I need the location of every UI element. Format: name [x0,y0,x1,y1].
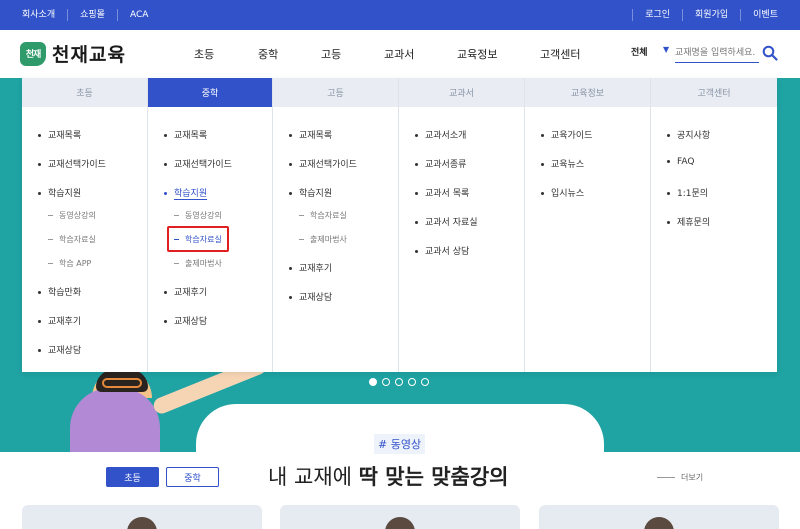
instructor-photo [385,517,415,529]
menu-column-elementary: 초등 교재목록 교재선택가이드 학습지원 동영상강의 학습자료실 학습 APP … [22,78,148,372]
menu-item[interactable]: 교과서 상담 [415,244,469,257]
nav-edu-info[interactable]: 교육정보 [457,46,497,62]
menu-item[interactable]: 교과서 자료실 [415,215,478,228]
carousel-dot[interactable] [369,378,377,386]
lecture-card[interactable] [22,505,262,529]
section-title-plain: 내 교재에 [268,465,359,489]
menu-item-selected[interactable]: 학습지원 [164,186,208,200]
menu-item[interactable]: 교재상담 [289,290,332,303]
search-scope-select[interactable]: 전체 ▼ [631,45,671,58]
tab-elementary[interactable]: 초등 [106,467,159,487]
shop-link[interactable]: 쇼핑몰 [67,9,117,21]
menu-subitem[interactable]: 동영상강의 [48,210,96,221]
event-link[interactable]: 이벤트 [740,9,778,21]
highlight-box [167,226,229,252]
hero-illustration-body [70,388,160,452]
chevron-down-icon: ▼ [663,45,670,54]
top-utility-bar: 회사소개 쇼핑몰 ACA 로그인 회원가입 이벤트 [0,0,800,30]
login-link[interactable]: 로그인 [632,9,682,21]
carousel-dot[interactable] [408,378,416,386]
carousel-dot[interactable] [395,378,403,386]
more-label: 더보기 [681,473,704,482]
more-line-icon [657,477,675,478]
menu-item[interactable]: 교재상담 [164,314,207,327]
nav-elementary[interactable]: 초등 [194,46,214,62]
menu-column-title[interactable]: 교육정보 [525,78,650,107]
nav-customer-center[interactable]: 고객센터 [540,46,580,62]
menu-item[interactable]: 교육가이드 [541,128,592,141]
search-input[interactable] [675,43,759,63]
carousel-indicators [369,378,429,386]
tab-middle[interactable]: 중학 [166,467,219,487]
menu-item[interactable]: 1:1문의 [667,186,708,199]
menu-item[interactable]: 교재후기 [289,261,332,274]
hero-illustration-glasses [102,378,142,388]
menu-column-edu-info: 교육정보 교육가이드 교육뉴스 입시뉴스 [525,78,651,372]
menu-item[interactable]: 교재선택가이드 [289,157,357,170]
nav-high[interactable]: 고등 [321,46,341,62]
company-intro-link[interactable]: 회사소개 [22,9,67,21]
menu-column-customer-center: 고객센터 공지사항 FAQ 1:1문의 제휴문의 [651,78,777,372]
menu-item[interactable]: 교재선택가이드 [38,157,106,170]
menu-item[interactable]: 교과서종류 [415,157,466,170]
menu-item[interactable]: 학습지원 [38,186,81,199]
menu-subitem[interactable]: 학습자료실 [299,210,347,221]
menu-item[interactable]: 교재후기 [164,285,207,298]
menu-item[interactable]: 제휴문의 [667,215,710,228]
menu-item[interactable]: 교과서 목록 [415,186,469,199]
menu-item[interactable]: 교재후기 [38,314,81,327]
menu-subitem[interactable]: 출제마법사 [299,234,347,245]
carousel-dot[interactable] [421,378,429,386]
menu-column-title[interactable]: 고객센터 [651,78,777,107]
signup-link[interactable]: 회원가입 [682,9,740,21]
menu-subitem[interactable]: 동영상강의 [174,210,222,221]
nav-middle[interactable]: 중학 [258,46,278,62]
lecture-card[interactable] [539,505,779,529]
site-header: 천재 천재교육 초등 중학 고등 교과서 교육정보 고객센터 전체 ▼ [0,30,800,78]
lecture-card[interactable] [280,505,520,529]
menu-column-title[interactable]: 교과서 [399,78,524,107]
section-title-bold: 딱 맞는 맞춤강의 [358,465,509,489]
menu-item[interactable]: 교과서소개 [415,128,466,141]
more-link[interactable]: 더보기 [657,472,703,483]
menu-column-high: 고등 교재목록 교재선택가이드 학습지원 학습자료실 출제마법사 교재후기 교재… [273,78,399,372]
instructor-photo [644,517,674,529]
menu-item[interactable]: 학습만화 [38,285,81,298]
menu-item[interactable]: 교재목록 [289,128,332,141]
nav-textbook[interactable]: 교과서 [384,46,414,62]
mega-menu: 초등 교재목록 교재선택가이드 학습지원 동영상강의 학습자료실 학습 APP … [22,78,777,372]
menu-column-title[interactable]: 초등 [22,78,147,107]
aca-link[interactable]: ACA [116,9,160,21]
logo-text: 천재교육 [52,44,126,66]
menu-column-textbook: 교과서 교과서소개 교과서종류 교과서 목록 교과서 자료실 교과서 상담 [399,78,525,372]
instructor-photo [127,517,157,529]
logo-mark-icon: 천재 [20,41,46,66]
menu-item[interactable]: 교재목록 [164,128,207,141]
menu-subitem[interactable]: 학습자료실 [48,234,96,245]
menu-item[interactable]: 입시뉴스 [541,186,584,199]
menu-subitem[interactable]: 학습 APP [48,258,91,269]
menu-column-title[interactable]: 중학 [148,78,272,107]
menu-item[interactable]: 학습지원 [289,186,332,199]
section-title: 내 교재에 딱 맞는 맞춤강의 [268,461,509,491]
top-right-links: 로그인 회원가입 이벤트 [632,9,778,21]
menu-column-middle: 중학 교재목록 교재선택가이드 학습지원 동영상강의 학습자료실 출제마법사 교… [148,78,273,372]
search-icon[interactable] [762,45,778,61]
search-scope-value: 전체 [631,48,648,58]
menu-subitem[interactable]: 출제마법사 [174,258,222,269]
carousel-dot[interactable] [382,378,390,386]
menu-item[interactable]: 교재선택가이드 [164,157,232,170]
menu-item[interactable]: 교육뉴스 [541,157,584,170]
top-left-links: 회사소개 쇼핑몰 ACA [22,9,160,21]
search-bar: 전체 ▼ [631,43,779,65]
section-tag: # 동영상 [374,434,426,454]
site-logo[interactable]: 천재 천재교육 [20,40,126,67]
menu-column-title[interactable]: 고등 [273,78,398,107]
menu-item[interactable]: 교재목록 [38,128,81,141]
menu-item[interactable]: 공지사항 [667,128,710,141]
menu-item[interactable]: FAQ [667,157,694,167]
menu-item[interactable]: 교재상담 [38,343,81,356]
